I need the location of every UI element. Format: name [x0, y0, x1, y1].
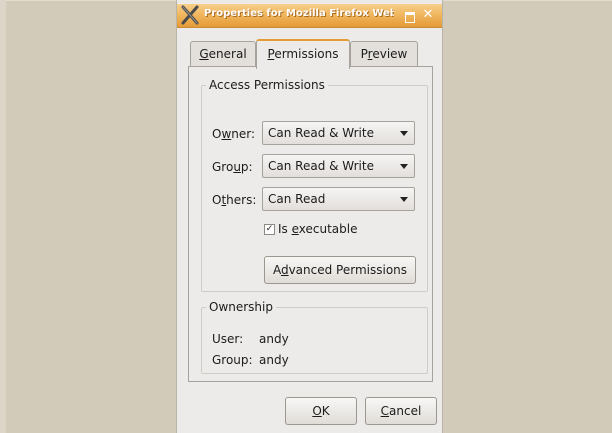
owner-label: Owner: [212, 127, 255, 141]
group-label-start: Gro [212, 160, 234, 174]
desktop-edge-left [0, 0, 6, 433]
user-value: andy [259, 332, 289, 346]
checkmark-icon: ✓ [265, 224, 274, 234]
chevron-down-icon [400, 197, 408, 202]
executable-label-end: xecutable [298, 222, 358, 236]
title-bar[interactable]: Properties for Mozilla Firefox Web Brows… [177, 4, 442, 28]
chevron-down-icon [400, 131, 408, 136]
x-window-icon[interactable] [180, 5, 200, 25]
tab-preview-label-start: P [360, 47, 368, 61]
tab-general-label: eneral [208, 47, 247, 61]
close-icon[interactable]: ✕ [421, 7, 435, 23]
advanced-label-end: vanced Permissions [288, 263, 408, 277]
owner-permission-dropdown[interactable]: Can Read & Write [262, 121, 415, 145]
group-label: Group: [212, 160, 253, 174]
executable-checkbox[interactable]: ✓ [264, 224, 275, 235]
chevron-down-icon [400, 164, 408, 169]
tab-permissions-label: ermissions [274, 47, 339, 61]
tab-permissions[interactable]: Permissions [256, 39, 350, 69]
others-permission-value: Can Read [268, 192, 326, 206]
executable-label-start: Is [278, 222, 292, 236]
window-title: Properties for Mozilla Firefox Web Brows… [204, 8, 394, 19]
ownership-group-value: andy [259, 353, 289, 367]
access-permissions-legend: Access Permissions [206, 78, 328, 92]
executable-label[interactable]: Is executable [278, 222, 358, 236]
cancel-label: ancel [389, 404, 422, 418]
cancel-mnemonic: C [380, 404, 390, 418]
ownership-group-label: Group: [212, 353, 253, 367]
group-label-end: p: [240, 160, 253, 174]
tab-preview-label: eview [372, 47, 408, 61]
group-permission-value: Can Read & Write [268, 159, 374, 173]
tab-general-mnemonic: G [199, 47, 209, 61]
advanced-mnemonic: d [280, 263, 289, 277]
cancel-button[interactable]: Cancel [365, 397, 437, 425]
tab-preview[interactable]: Preview [350, 41, 418, 66]
ok-button[interactable]: OK [285, 397, 357, 425]
tab-general[interactable]: General [190, 41, 256, 66]
others-label-end: hers: [226, 193, 257, 207]
user-label: User: [212, 332, 244, 346]
advanced-permissions-button[interactable]: Advanced Permissions [264, 256, 416, 284]
group-permission-dropdown[interactable]: Can Read & Write [262, 154, 415, 178]
others-permission-dropdown[interactable]: Can Read [262, 187, 415, 211]
owner-label-end: ner: [231, 127, 256, 141]
ownership-legend: Ownership [206, 300, 276, 314]
ok-mnemonic: O [312, 404, 322, 418]
executable-mnemonic: e [291, 222, 299, 236]
maximize-icon[interactable] [405, 12, 415, 23]
ok-label: K [321, 404, 330, 418]
owner-permission-value: Can Read & Write [268, 126, 374, 140]
group-mnemonic: u [233, 160, 241, 174]
others-label: Others: [212, 193, 256, 207]
owner-mnemonic: w [221, 127, 232, 141]
advanced-label-start: A [272, 263, 281, 277]
